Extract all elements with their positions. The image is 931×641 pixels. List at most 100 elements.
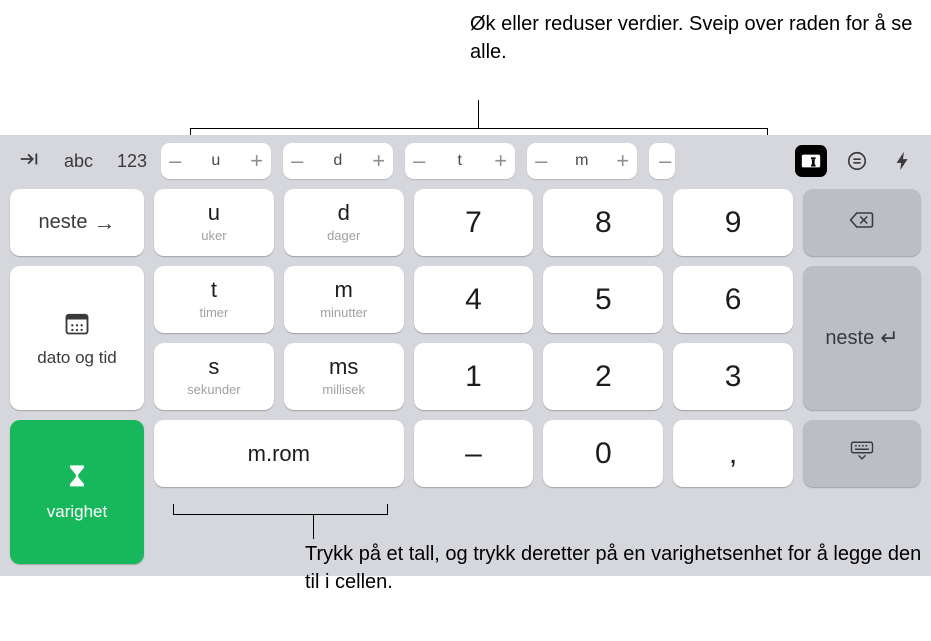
backspace-button[interactable] (803, 189, 921, 256)
duration-keyboard-icon[interactable] (795, 145, 827, 177)
comma-button[interactable]: , (673, 420, 793, 487)
left-column: neste → dato og tid varighet (10, 189, 144, 564)
right-column: neste ↵ (803, 189, 921, 564)
stepper-minutes[interactable]: – m + (527, 143, 637, 179)
stepper-partial[interactable]: – (649, 143, 675, 179)
callout-bottom: Trykk på et tall, og trykk deretter på e… (305, 540, 931, 596)
keyboard-main: neste → dato og tid varighet u uker (0, 187, 931, 568)
unit-main: t (211, 279, 217, 301)
unit-main: s (208, 356, 219, 378)
digit-label: 5 (595, 283, 612, 317)
minus-icon[interactable]: – (535, 150, 547, 172)
arrow-right-icon: → (93, 210, 115, 236)
keyboard-top-row: abc 123 – u + – d + – t + – m + (0, 135, 931, 187)
digit-label: 7 (465, 206, 482, 240)
plus-icon[interactable]: + (494, 150, 507, 172)
next-field-button[interactable]: neste → (10, 189, 144, 256)
digit-label: 2 (595, 360, 612, 394)
digit-4-button[interactable]: 4 (414, 266, 534, 333)
minus-icon[interactable]: – (659, 150, 671, 172)
plus-icon[interactable]: + (372, 150, 385, 172)
stepper-label: u (211, 152, 220, 170)
digit-3-button[interactable]: 3 (673, 343, 793, 410)
next-label: neste (825, 327, 874, 350)
digit-label: 9 (725, 206, 742, 240)
unit-main: d (338, 202, 350, 224)
digit-label: 6 (725, 283, 742, 317)
callout-top-text: Øk eller reduser verdier. Sveip over rad… (470, 13, 912, 63)
minus-icon[interactable]: – (169, 150, 181, 172)
unit-sub: dager (327, 228, 360, 243)
digit-0-button[interactable]: 0 (543, 420, 663, 487)
unit-main: u (208, 202, 220, 224)
backspace-icon (848, 206, 876, 240)
hourglass-icon (63, 463, 91, 496)
callout-bottom-text: Trykk på et tall, og trykk deretter på e… (305, 543, 921, 593)
unit-weeks-button[interactable]: u uker (154, 189, 274, 256)
stepper-label: d (333, 152, 342, 170)
center-keypad: u uker d dager 7 8 9 t timer m minutter … (154, 189, 793, 564)
callout-line (173, 504, 174, 514)
digit-label: 1 (465, 360, 482, 394)
callout-line (478, 100, 479, 128)
unit-main: m (335, 279, 353, 301)
lightning-icon[interactable] (887, 145, 919, 177)
stepper-label: m (575, 152, 588, 170)
minus-icon[interactable]: – (413, 150, 425, 172)
unit-hours-button[interactable]: t timer (154, 266, 274, 333)
digit-label: – (465, 437, 482, 471)
plus-icon[interactable]: + (616, 150, 629, 172)
mode-switchers: abc 123 (12, 144, 153, 179)
next-return-button[interactable]: neste ↵ (803, 266, 921, 410)
digit-label: 3 (725, 360, 742, 394)
plus-icon[interactable]: + (250, 150, 263, 172)
minus-icon[interactable]: – (291, 150, 303, 172)
duration-keyboard: abc 123 – u + – d + – t + – m + (0, 135, 931, 576)
digit-9-button[interactable]: 9 (673, 189, 793, 256)
unit-seconds-button[interactable]: s sekunder (154, 343, 274, 410)
numeric-mode-button[interactable]: 123 (111, 147, 153, 176)
digit-label: 0 (595, 437, 612, 471)
digit-7-button[interactable]: 7 (414, 189, 534, 256)
unit-sub: millisek (322, 382, 365, 397)
digit-label: 8 (595, 206, 612, 240)
digit-8-button[interactable]: 8 (543, 189, 663, 256)
datetime-mode-button[interactable]: dato og tid (10, 266, 144, 410)
equals-icon[interactable] (841, 145, 873, 177)
tab-icon[interactable] (12, 144, 46, 179)
duration-label: varighet (47, 502, 107, 522)
digit-5-button[interactable]: 5 (543, 266, 663, 333)
unit-days-button[interactable]: d dager (284, 189, 404, 256)
top-right-icons (795, 145, 919, 177)
unit-minutes-button[interactable]: m minutter (284, 266, 404, 333)
stepper-days[interactable]: – d + (283, 143, 393, 179)
space-button[interactable]: m.rom (154, 420, 404, 487)
dismiss-keyboard-button[interactable] (803, 420, 921, 487)
callout-line (387, 504, 388, 514)
return-icon: ↵ (880, 325, 898, 351)
callout-top: Øk eller reduser verdier. Sveip over rad… (470, 10, 931, 66)
digit-2-button[interactable]: 2 (543, 343, 663, 410)
unit-sub: sekunder (187, 382, 240, 397)
unit-milliseconds-button[interactable]: ms millisek (284, 343, 404, 410)
keyboard-dismiss-icon (848, 437, 876, 471)
stepper-hours[interactable]: – t + (405, 143, 515, 179)
callout-line (313, 514, 314, 539)
unit-sub: uker (201, 228, 226, 243)
space-label: m.rom (248, 441, 310, 467)
digit-1-button[interactable]: 1 (414, 343, 534, 410)
minus-button[interactable]: – (414, 420, 534, 487)
callout-line (190, 128, 767, 129)
digit-label: 4 (465, 283, 482, 317)
digit-label: , (729, 437, 737, 471)
unit-sub: minutter (320, 305, 367, 320)
digit-6-button[interactable]: 6 (673, 266, 793, 333)
stepper-weeks[interactable]: – u + (161, 143, 271, 179)
datetime-label: dato og tid (37, 348, 116, 368)
unit-steppers-row[interactable]: – u + – d + – t + – m + – (161, 143, 787, 179)
duration-mode-button[interactable]: varighet (10, 420, 144, 564)
unit-main: ms (329, 356, 358, 378)
abc-mode-button[interactable]: abc (58, 147, 99, 176)
calendar-icon (63, 309, 91, 342)
next-label: neste (39, 211, 88, 234)
